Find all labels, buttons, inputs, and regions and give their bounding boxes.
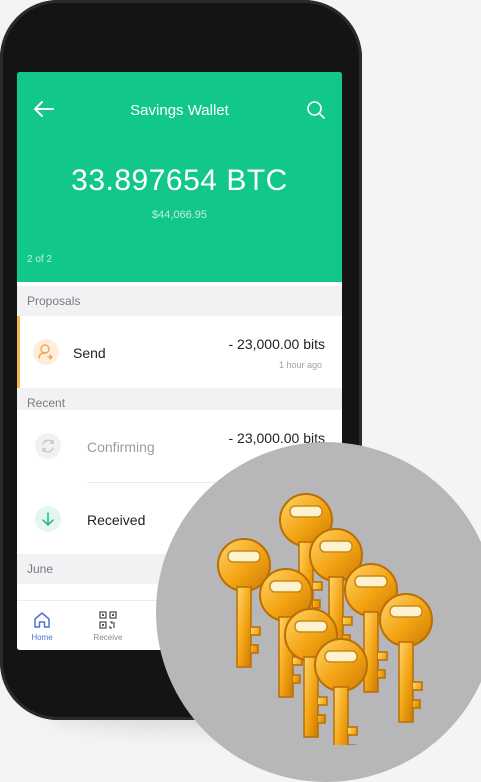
received-label: Received — [87, 512, 146, 528]
wallet-title: Savings Wallet — [130, 102, 229, 119]
wallet-pager: 2 of 2 — [27, 254, 53, 265]
keys-icon — [217, 493, 433, 745]
confirming-sync-icon — [35, 433, 61, 459]
qr-code-icon — [99, 611, 117, 629]
search-icon[interactable] — [306, 100, 326, 120]
tab-receive[interactable]: Receive — [83, 609, 133, 642]
proposal-time: 1 hour ago — [278, 360, 322, 370]
balance-amount: 33.897654 BTC — [71, 164, 288, 197]
send-proposal-icon — [33, 339, 59, 365]
proposal-accent-bar — [17, 316, 20, 388]
home-icon — [34, 612, 50, 628]
wallet-header: Savings Wallet 33.897654 BTC $44,066.95 … — [17, 72, 342, 282]
section-proposals: Proposals — [17, 286, 342, 316]
proposal-row-send[interactable]: Send - 23,000.00 bits 1 hour ago — [17, 316, 342, 388]
confirming-label: Confirming — [87, 439, 155, 455]
tab-home-label: Home — [31, 633, 53, 642]
proposal-amount: - 23,000.00 bits — [228, 336, 325, 352]
proposal-label: Send — [73, 345, 106, 361]
received-arrow-icon — [35, 506, 61, 532]
tab-home[interactable]: Home — [17, 609, 67, 642]
tab-receive-label: Receive — [93, 633, 123, 642]
fiat-balance: $44,066.95 — [151, 209, 208, 221]
